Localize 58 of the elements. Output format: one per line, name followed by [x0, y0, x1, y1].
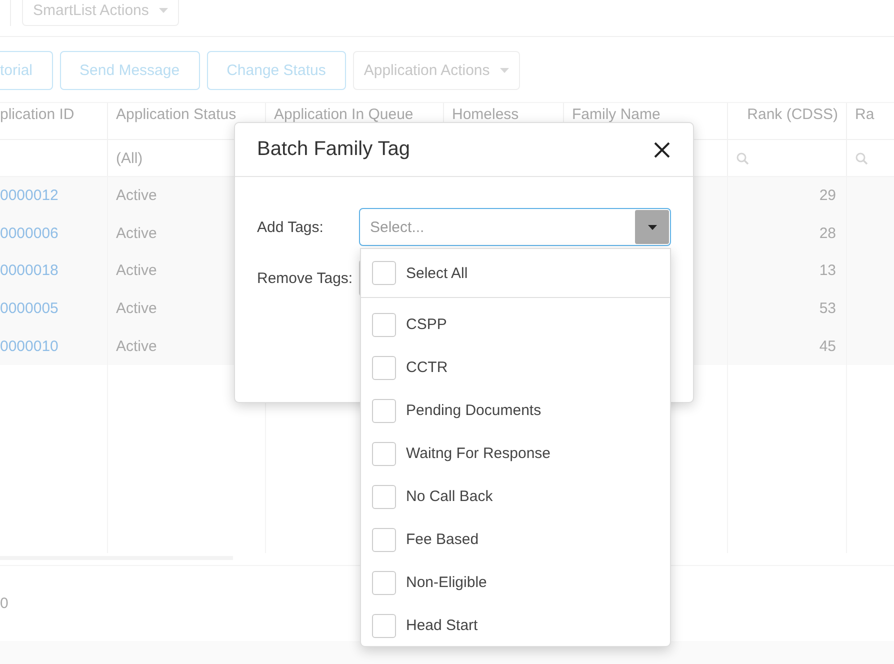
checkbox[interactable]	[372, 356, 396, 380]
actions-dropdown[interactable]: Application Actions	[352, 51, 520, 90]
checkbox[interactable]	[372, 261, 396, 285]
option-label[interactable]: Fee Based	[406, 531, 479, 548]
search-icon	[855, 152, 868, 164]
toolbar-button[interactable]: Send Message	[60, 51, 200, 90]
checkbox[interactable]	[372, 570, 396, 594]
application-id-link[interactable]: 0000010	[0, 338, 58, 355]
column-header[interactable]: Family Name	[572, 107, 660, 123]
checkbox[interactable]	[372, 398, 396, 422]
table-cell: 45	[819, 338, 836, 355]
caret-icon	[158, 8, 168, 12]
checkbox[interactable]	[372, 442, 396, 466]
column-header[interactable]: Homeless	[452, 107, 519, 123]
table-cell: Active	[116, 262, 157, 280]
option-label[interactable]: Pending Documents	[406, 402, 542, 419]
option-label[interactable]: CSPP	[406, 316, 447, 333]
column-header[interactable]: Ra	[855, 107, 874, 123]
option-label[interactable]: CCTR	[406, 359, 448, 376]
option-label[interactable]: Select All	[406, 264, 468, 282]
footer-text: 0	[0, 594, 8, 612]
column-header[interactable]: Application Status	[116, 107, 236, 123]
application-id-link[interactable]: 0000006	[0, 224, 58, 242]
toolbar-button[interactable]: torial	[0, 51, 53, 90]
table-cell: 13	[819, 262, 836, 280]
table-cell: 29	[819, 187, 836, 204]
toolbar-button[interactable]: Change Status	[206, 51, 346, 90]
option-label[interactable]: Waitng For Response	[406, 445, 551, 462]
search-icon	[736, 152, 749, 164]
option-label[interactable]: Non-Eligible	[406, 574, 487, 591]
application-id-link[interactable]: 0000018	[0, 262, 58, 280]
close-icon[interactable]	[654, 142, 670, 158]
smartlist-actions-dropdown[interactable]: SmartList Actions	[22, 0, 179, 26]
table-cell: 28	[819, 224, 836, 242]
field-label: Remove Tags:	[257, 270, 354, 286]
field-label: Add Tags:	[257, 218, 324, 236]
table-cell: Active	[116, 300, 157, 318]
table-cell: Active	[116, 338, 157, 355]
option-label[interactable]: No Call Back	[406, 488, 493, 505]
table-cell: 53	[819, 300, 836, 318]
caret-icon	[500, 68, 509, 73]
caret-icon	[648, 224, 656, 230]
application-id-link[interactable]: 0000005	[0, 300, 58, 318]
filter-value[interactable]: (All)	[116, 150, 143, 166]
option-label[interactable]: Head Start	[406, 617, 478, 634]
dialog-title: Batch Family Tag	[257, 138, 410, 161]
column-header[interactable]: plication ID	[0, 107, 74, 123]
application-id-link[interactable]: 0000012	[0, 187, 58, 204]
checkbox[interactable]	[372, 312, 396, 336]
dropdown-toggle-button[interactable]	[635, 210, 669, 244]
checkbox[interactable]	[372, 484, 396, 508]
checkbox[interactable]	[372, 528, 396, 552]
checkbox[interactable]	[372, 614, 396, 638]
column-header[interactable]: Rank (CDSS)	[747, 107, 838, 123]
column-header[interactable]: Application In Queue	[274, 107, 414, 123]
table-cell: Active	[116, 224, 157, 242]
add-tags-select[interactable]: Select...	[359, 208, 671, 246]
table-cell: Active	[116, 187, 157, 204]
